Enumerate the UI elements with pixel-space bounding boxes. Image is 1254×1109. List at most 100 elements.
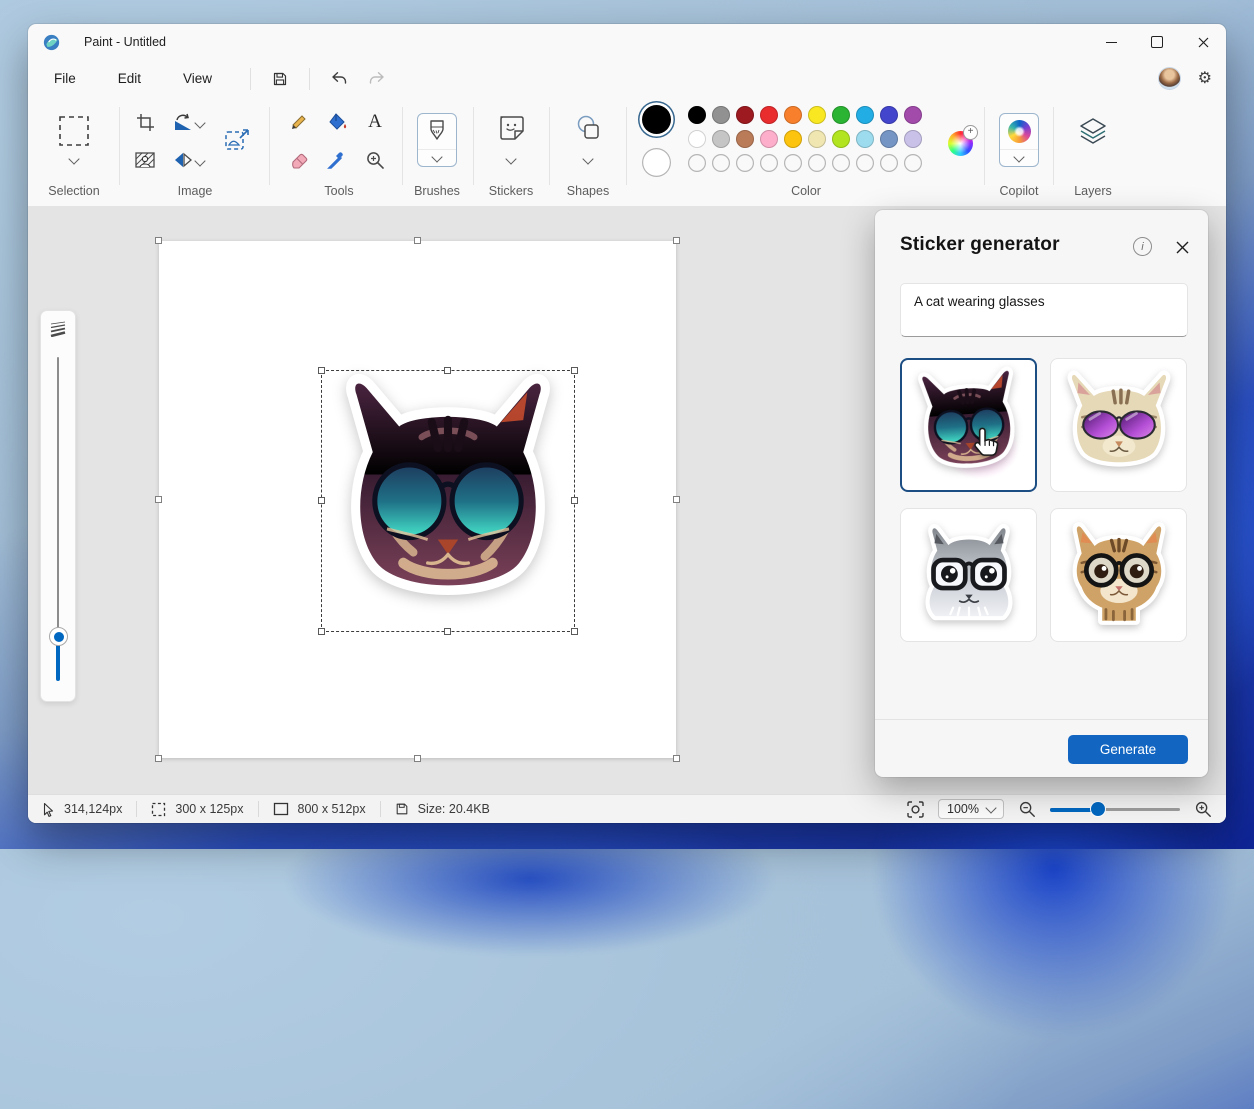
minimize-button[interactable]: [1088, 24, 1134, 60]
save-button[interactable]: [265, 65, 295, 93]
canvas-resize-handle[interactable]: [413, 755, 421, 762]
title-bar[interactable]: Paint - Untitled: [28, 24, 1226, 60]
menu-file[interactable]: File: [40, 65, 90, 92]
stickers-button[interactable]: [496, 113, 526, 148]
cursor-position-value: 314,124px: [64, 802, 123, 816]
drawing-canvas[interactable]: [155, 237, 680, 762]
primary-color-swatch[interactable]: [642, 105, 671, 134]
selection-handle[interactable]: [318, 628, 325, 635]
sticker-prompt-input[interactable]: A cat wearing glasses: [900, 283, 1188, 337]
eyedropper-tool-button[interactable]: [320, 143, 354, 177]
selection-handle[interactable]: [571, 497, 578, 504]
empty-color-slot[interactable]: [688, 154, 706, 172]
layers-button[interactable]: [1078, 117, 1108, 150]
canvas-resize-handle[interactable]: [155, 495, 162, 503]
selection-handle[interactable]: [318, 367, 325, 374]
color-swatch[interactable]: [688, 106, 706, 124]
panel-close-button[interactable]: [1172, 237, 1192, 257]
color-swatch[interactable]: [736, 130, 754, 148]
menu-view[interactable]: View: [169, 65, 226, 92]
selection-handle[interactable]: [444, 628, 451, 635]
color-swatch[interactable]: [904, 106, 922, 124]
slider-track[interactable]: [57, 357, 59, 637]
secondary-color-swatch[interactable]: [642, 148, 671, 177]
empty-color-slot[interactable]: [904, 154, 922, 172]
empty-color-slot[interactable]: [736, 154, 754, 172]
selection-handle[interactable]: [444, 367, 451, 374]
selection-handle[interactable]: [318, 497, 325, 504]
zoom-slider[interactable]: [1050, 802, 1180, 816]
canvas-resize-handle[interactable]: [673, 495, 680, 503]
color-swatch[interactable]: [784, 130, 802, 148]
color-swatch[interactable]: [760, 130, 778, 148]
color-swatch[interactable]: [832, 106, 850, 124]
canvas-resize-handle[interactable]: [155, 755, 162, 762]
canvas-resize-handle[interactable]: [673, 755, 680, 762]
brushes-button[interactable]: [417, 113, 457, 167]
color-swatch[interactable]: [856, 130, 874, 148]
color-swatch[interactable]: [736, 106, 754, 124]
canvas-resize-handle[interactable]: [413, 237, 421, 244]
generate-button[interactable]: Generate: [1068, 735, 1188, 764]
empty-color-slot[interactable]: [784, 154, 802, 172]
maximize-button[interactable]: [1134, 24, 1180, 60]
flip-icon: [175, 152, 192, 168]
color-swatch[interactable]: [712, 106, 730, 124]
selection-tool-button[interactable]: [56, 113, 92, 154]
redo-button[interactable]: [362, 65, 392, 93]
sticker-result-1[interactable]: [900, 358, 1037, 492]
empty-color-slot[interactable]: [856, 154, 874, 172]
menu-edit[interactable]: Edit: [104, 65, 155, 92]
chevron-down-icon[interactable]: [582, 153, 594, 165]
chevron-down-icon[interactable]: [68, 153, 80, 165]
color-swatch[interactable]: [904, 130, 922, 148]
zoom-level-dropdown[interactable]: 100%: [938, 799, 1004, 819]
color-swatch[interactable]: [880, 130, 898, 148]
fill-tool-button[interactable]: [320, 105, 354, 139]
copilot-button[interactable]: [999, 113, 1039, 167]
crop-button[interactable]: [128, 105, 162, 139]
zoom-slider-thumb[interactable]: [1091, 802, 1105, 816]
divider: [250, 67, 252, 90]
fit-to-screen-icon[interactable]: [907, 800, 924, 818]
sticker-result-2[interactable]: [1050, 358, 1187, 492]
close-button[interactable]: [1180, 24, 1226, 60]
canvas-resize-handle[interactable]: [673, 237, 680, 244]
color-swatch[interactable]: [880, 106, 898, 124]
zoom-in-icon[interactable]: [1194, 800, 1212, 818]
account-avatar[interactable]: [1158, 68, 1180, 89]
selection-handle[interactable]: [571, 367, 578, 374]
canvas-resize-handle[interactable]: [155, 237, 162, 244]
empty-color-slot[interactable]: [808, 154, 826, 172]
undo-button[interactable]: [324, 65, 354, 93]
chevron-down-icon[interactable]: [505, 153, 517, 165]
empty-color-slot[interactable]: [832, 154, 850, 172]
magnifier-tool-button[interactable]: [358, 143, 392, 177]
empty-color-slot[interactable]: [880, 154, 898, 172]
color-swatch[interactable]: [832, 130, 850, 148]
info-icon[interactable]: i: [1133, 237, 1152, 256]
brush-size-slider-thumb[interactable]: [49, 627, 68, 646]
color-swatch[interactable]: [808, 130, 826, 148]
empty-color-slot[interactable]: [712, 154, 730, 172]
pencil-tool-button[interactable]: [282, 105, 316, 139]
color-swatch[interactable]: [760, 106, 778, 124]
color-swatch[interactable]: [856, 106, 874, 124]
sticker-result-3[interactable]: [900, 508, 1037, 642]
color-swatch[interactable]: [688, 130, 706, 148]
eraser-tool-button[interactable]: [282, 143, 316, 177]
selection-handle[interactable]: [571, 628, 578, 635]
edit-colors-button[interactable]: +: [948, 125, 978, 156]
sticker-result-4[interactable]: [1050, 508, 1187, 642]
zoom-out-icon[interactable]: [1018, 800, 1036, 818]
empty-color-slot[interactable]: [760, 154, 778, 172]
text-tool-button[interactable]: A: [358, 105, 392, 139]
remove-background-button[interactable]: [128, 143, 162, 177]
shapes-button[interactable]: [573, 113, 603, 148]
color-swatch[interactable]: [784, 106, 802, 124]
resize-image-button[interactable]: [220, 123, 254, 157]
selection-marquee[interactable]: [318, 367, 578, 635]
color-swatch[interactable]: [808, 106, 826, 124]
settings-gear-icon[interactable]: ⚙: [1198, 70, 1212, 87]
color-swatch[interactable]: [712, 130, 730, 148]
